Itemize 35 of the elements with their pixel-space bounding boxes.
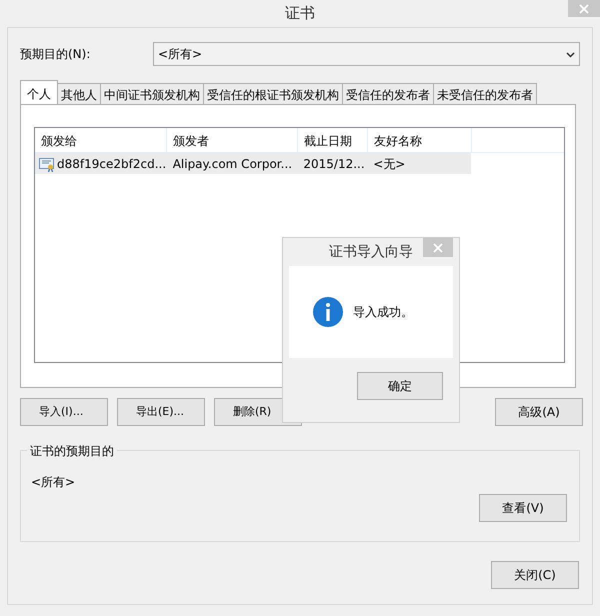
close-button[interactable]	[568, 0, 600, 17]
column-header[interactable]: 颁发者	[167, 128, 298, 152]
column-header[interactable]: 颁发给	[35, 128, 167, 152]
purpose-dropdown[interactable]: <所有>	[153, 42, 580, 66]
tab[interactable]: 中间证书颁发机构	[100, 83, 204, 104]
tab[interactable]: 其他人	[57, 83, 101, 104]
caret-icon	[566, 52, 575, 58]
table-row[interactable]: d88f19ce2bf2cd... Alipay.com Corpor... 2015/12... <无>	[35, 153, 471, 174]
certificate-icon	[39, 156, 55, 172]
view-button[interactable]: 查看(V)	[479, 494, 567, 522]
action-button[interactable]: 导出(E)...	[117, 398, 205, 426]
close-button[interactable]: 关闭(C)	[491, 561, 579, 589]
close-button[interactable]	[423, 238, 453, 257]
table-cell-text: d88f19ce2bf2cd...	[57, 156, 166, 172]
dialog-message: 导入成功。	[353, 304, 413, 321]
table-cell-text: 2015/12...	[303, 156, 365, 172]
tab[interactable]: 受信任的发布者	[342, 83, 434, 104]
close-icon	[579, 4, 589, 14]
close-icon	[433, 242, 443, 252]
group-title: 证书的预期目的	[27, 442, 117, 460]
column-header[interactable]: 截止日期	[298, 128, 368, 152]
tab[interactable]: 受信任的根证书颁发机构	[203, 83, 343, 104]
window-title: 证书	[285, 3, 315, 24]
purpose-label: 预期目的(N):	[20, 46, 92, 63]
ok-button[interactable]: 确定	[357, 372, 443, 400]
table-cell-text: Alipay.com Corpor...	[172, 156, 292, 172]
dialog-title: 证书导入向导	[329, 242, 413, 262]
table-cell-text: <无>	[373, 156, 406, 172]
purpose-text: <所有>	[31, 474, 76, 491]
tab[interactable]: 个人	[20, 80, 58, 104]
tab[interactable]: 未受信任的发布者	[433, 83, 537, 104]
info-icon	[313, 297, 343, 327]
action-button[interactable]: 导入(I)...	[20, 398, 108, 426]
column-header[interactable]: 友好名称	[368, 128, 472, 152]
advanced-button[interactable]: 高级(A)	[495, 398, 583, 426]
